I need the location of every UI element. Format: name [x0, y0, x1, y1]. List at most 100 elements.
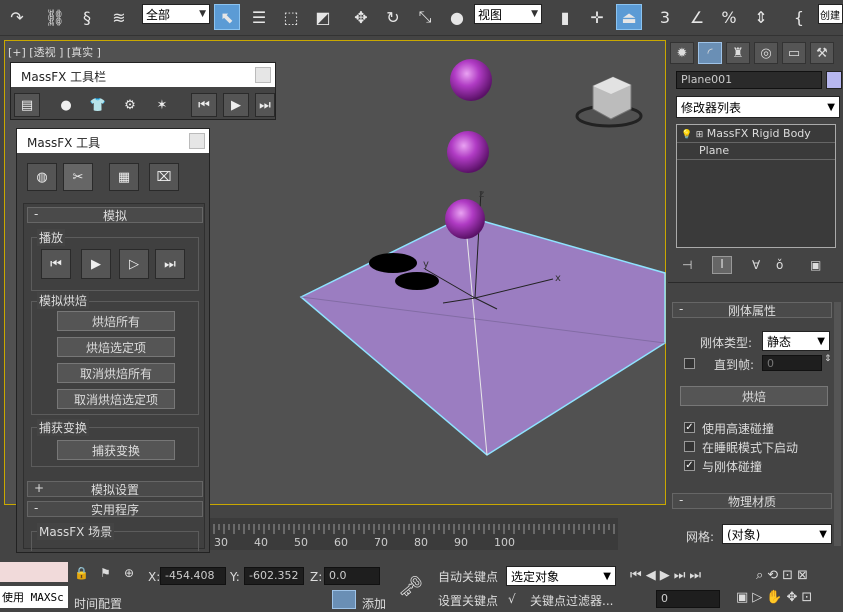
transform-mode-icon[interactable]: ⊕ [124, 566, 134, 580]
pin-stack-icon[interactable]: ⊣ [682, 258, 692, 272]
rotate-icon[interactable]: ↻ [380, 4, 406, 30]
play-icon[interactable]: ▶ [81, 249, 111, 279]
key-filter-icon[interactable]: √ [508, 592, 516, 606]
expand-plus-icon[interactable]: ⊞ [696, 130, 704, 140]
rollout-simulation[interactable]: - 模拟 [27, 207, 203, 223]
link-icon[interactable]: ⛓ [42, 4, 68, 30]
cloth-icon[interactable]: 👕 [85, 93, 111, 117]
selection-filter-select[interactable]: 全部 ▼ [142, 4, 210, 24]
select-object-icon[interactable]: ⬉ [214, 4, 240, 30]
massfx-tools-icon[interactable]: ▤ [14, 93, 40, 117]
ragdoll-icon[interactable]: ✶ [149, 93, 175, 117]
stack-item-plane[interactable]: Plane [677, 144, 835, 160]
select-by-name-icon[interactable]: ☰ [246, 4, 272, 30]
show-end-result-icon[interactable]: I [712, 256, 732, 274]
configure-sets-icon[interactable]: ▣ [810, 258, 821, 272]
sphere-2[interactable] [447, 131, 489, 173]
redo-icon[interactable]: ↷ [4, 4, 30, 30]
display-options-tab-icon[interactable]: ⌧ [149, 163, 179, 191]
sphere-3[interactable] [445, 199, 485, 239]
add-time-tag-icon[interactable] [332, 590, 356, 609]
unbake-all-button[interactable]: 取消烘焙所有 [57, 363, 175, 383]
nav-controls-top[interactable]: ⌕⟲⊡⊠ [756, 568, 812, 583]
multi-edit-tab-icon[interactable]: ▦ [109, 163, 139, 191]
key-mode-dropdown[interactable]: 选定对象 ▼ [506, 566, 616, 586]
select-manipulate-icon[interactable]: ✛ [584, 4, 610, 30]
key-filters-button[interactable]: 关键点过滤器... [530, 592, 613, 609]
bake-all-button[interactable]: 烘焙所有 [57, 311, 175, 331]
percent-snap-icon[interactable]: % [716, 4, 742, 30]
spinner-icon[interactable]: ⇕ [824, 354, 832, 364]
unbake-selected-button[interactable]: 取消烘焙选定项 [57, 389, 175, 409]
pivot-icon[interactable]: ▮ [552, 4, 578, 30]
object-color-swatch[interactable] [826, 71, 842, 89]
constraint-icon[interactable]: ⚙ [117, 93, 143, 117]
viewport-label[interactable]: [+] [透视 ] [真实 ] [8, 44, 101, 60]
stack-item-rigid-body[interactable]: 💡 ⊞ MassFX Rigid Body [677, 127, 835, 143]
hierarchy-tab-icon[interactable]: ♜ [726, 42, 750, 64]
playback-controls[interactable]: ⏮◀▶⏭⏭ [630, 568, 705, 583]
close-icon[interactable] [255, 67, 271, 83]
massfx-tools-title[interactable]: MassFX 工具 [17, 129, 209, 153]
rigid-body-icon[interactable]: ● [53, 93, 79, 117]
ref-coord-select[interactable]: 视图 ▼ [474, 4, 542, 24]
high-velocity-checkbox[interactable]: ✓ [684, 422, 695, 433]
rigid-type-dropdown[interactable]: 静态 ▼ [762, 331, 830, 351]
nav-controls-bottom[interactable]: ▣▷✋✥⊡ [736, 590, 816, 605]
unlink-icon[interactable]: § [74, 4, 100, 30]
auto-key-button[interactable]: 自动关键点 [434, 566, 502, 586]
lock-icon[interactable]: 🔒 [74, 566, 89, 580]
object-name-field[interactable]: Plane001 [676, 71, 822, 89]
sphere-1[interactable] [450, 59, 492, 101]
remove-modifier-icon[interactable]: ǒ [776, 258, 783, 272]
step-icon[interactable]: ⏭ [155, 249, 185, 279]
track-bar[interactable]: 30 40 50 60 70 80 90 100 [210, 518, 618, 550]
y-coord-field[interactable]: -602.352 [244, 567, 304, 585]
set-key-button[interactable]: 设置关键点 [434, 590, 502, 610]
edit-named-sel-icon[interactable]: { [786, 4, 812, 30]
lightbulb-icon[interactable]: 💡 [681, 130, 692, 140]
spinner-snap-icon[interactable]: ⇕ [748, 4, 774, 30]
sim-tools-tab-icon[interactable]: ✂ [63, 163, 93, 191]
named-selection-field[interactable]: 创建 [818, 4, 843, 24]
current-frame-field[interactable]: 0 [656, 590, 720, 608]
angle-snap-icon[interactable]: ∠ [684, 4, 710, 30]
world-params-tab-icon[interactable]: ◍ [27, 163, 57, 191]
bake-selected-button[interactable]: 烘焙选定项 [57, 337, 175, 357]
isolate-icon[interactable]: ⚑ [100, 566, 111, 580]
motion-tab-icon[interactable]: ◎ [754, 42, 778, 64]
play-no-anim-icon[interactable]: ▷ [119, 249, 149, 279]
rollout-sim-settings[interactable]: + 模拟设置 [27, 481, 203, 497]
x-coord-field[interactable]: -454.408 [160, 567, 226, 585]
placement-icon[interactable]: ● [444, 4, 470, 30]
capture-transform-button[interactable]: 捕获变换 [57, 440, 175, 460]
z-coord-field[interactable]: 0.0 [324, 567, 380, 585]
start-sleep-checkbox[interactable] [684, 441, 695, 452]
scale-icon[interactable]: ⤡ [412, 4, 438, 30]
display-tab-icon[interactable]: ▭ [782, 42, 806, 64]
bake-button[interactable]: 烘焙 [680, 386, 828, 406]
panel-scrollbar[interactable] [834, 302, 841, 546]
rollout-physical-material[interactable]: - 物理材质 [672, 493, 832, 509]
reset-icon[interactable]: ⏮ [41, 249, 71, 279]
bind-spacewarp-icon[interactable]: ≋ [106, 4, 132, 30]
keyboard-shortcut-override-icon[interactable]: ⏏ [616, 4, 642, 30]
maxscript-listener-top[interactable] [0, 562, 68, 582]
move-icon[interactable]: ✥ [348, 4, 374, 30]
maxscript-listener[interactable]: 使用 MAXSc [0, 586, 68, 608]
utilities-tab-icon[interactable]: ⚒ [810, 42, 834, 64]
plane-object[interactable] [299, 215, 666, 456]
reset-sim-icon[interactable]: ⏮ [191, 93, 217, 117]
make-unique-icon[interactable]: ∀ [752, 258, 760, 272]
until-frame-field[interactable]: 0 [762, 355, 822, 371]
step-sim-icon[interactable]: ⏭ [255, 93, 275, 117]
window-crossing-icon[interactable]: ◩ [310, 4, 336, 30]
rollout-utilities[interactable]: - 实用程序 [27, 501, 203, 517]
collide-rigid-checkbox[interactable]: ✓ [684, 460, 695, 471]
until-frame-checkbox[interactable] [684, 358, 695, 369]
rollout-rigid-props[interactable]: - 刚体属性 [672, 302, 832, 318]
close-icon[interactable] [189, 133, 205, 149]
mesh-dropdown[interactable]: (对象) ▼ [722, 524, 832, 544]
rect-selection-icon[interactable]: ⬚ [278, 4, 304, 30]
key-icon[interactable]: 🗝 [398, 574, 423, 598]
